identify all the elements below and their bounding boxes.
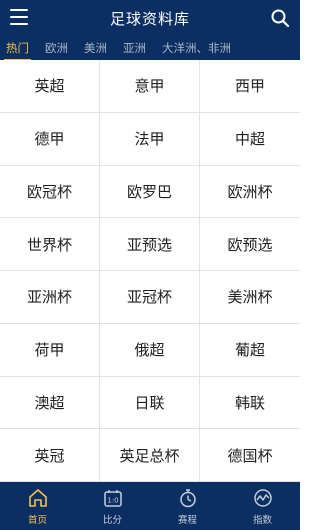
hamburger-icon[interactable]: [10, 9, 28, 25]
app-header: 足球资料库: [0, 0, 300, 36]
league-cell[interactable]: 亚冠杯: [100, 271, 200, 324]
nav-score[interactable]: 1:0 比分: [75, 482, 150, 530]
league-grid: 英超 意甲 西甲 德甲 法甲 中超 欧冠杯 欧罗巴 欧洲杯 世界杯 亚预选 欧预…: [0, 60, 300, 482]
league-cell[interactable]: 欧冠杯: [0, 165, 100, 219]
stopwatch-icon: [179, 488, 196, 507]
tab-asia[interactable]: 亚洲: [123, 40, 146, 56]
league-cell[interactable]: 德甲: [0, 112, 100, 166]
nav-home[interactable]: 首页: [0, 482, 75, 530]
nav-score-label: 比分: [102, 514, 122, 526]
tab-europe[interactable]: 欧洲: [45, 40, 68, 56]
league-cell[interactable]: 英足总杯: [100, 429, 200, 482]
tab-hot[interactable]: 热门: [4, 40, 31, 61]
bottom-nav: 首页 1:0 比分 赛程 指数: [0, 482, 300, 530]
nav-schedule[interactable]: 赛程: [150, 482, 225, 530]
nav-schedule-label: 赛程: [177, 514, 197, 526]
league-cell[interactable]: 法甲: [100, 112, 200, 166]
nav-index-label: 指数: [252, 514, 272, 526]
region-tabs: 热门 欧洲 美洲 亚洲 大洋洲、非洲: [0, 36, 300, 61]
league-cell[interactable]: 亚洲杯: [0, 271, 100, 324]
search-icon[interactable]: [270, 8, 290, 28]
league-cell[interactable]: 荷甲: [0, 323, 100, 377]
nav-home-label: 首页: [27, 514, 47, 526]
chart-icon: [253, 488, 272, 507]
league-cell[interactable]: 欧预选: [200, 218, 300, 271]
league-cell[interactable]: 亚预选: [100, 218, 200, 271]
league-cell[interactable]: 日联: [100, 376, 200, 430]
league-cell[interactable]: 欧罗巴: [100, 165, 200, 219]
league-cell[interactable]: 中超: [200, 113, 300, 166]
league-cell[interactable]: 世界杯: [0, 218, 100, 271]
league-cell[interactable]: 西甲: [200, 60, 300, 113]
page-title: 足球资料库: [109, 9, 190, 28]
league-cell[interactable]: 葡超: [200, 324, 300, 377]
svg-text:1:0: 1:0: [107, 496, 118, 504]
tab-americas[interactable]: 美洲: [84, 40, 107, 56]
league-cell[interactable]: 英超: [0, 60, 100, 113]
league-cell[interactable]: 俄超: [100, 323, 200, 377]
home-icon: [28, 488, 47, 507]
league-cell[interactable]: 美洲杯: [200, 271, 300, 324]
scoreboard-icon: 1:0: [103, 489, 122, 507]
league-cell[interactable]: 意甲: [100, 60, 200, 113]
league-cell[interactable]: 德国杯: [200, 429, 300, 482]
league-cell[interactable]: 英冠: [0, 429, 100, 482]
tab-oceania-africa[interactable]: 大洋洲、非洲: [162, 40, 231, 56]
league-cell[interactable]: 欧洲杯: [200, 166, 300, 219]
league-cell[interactable]: 韩联: [200, 377, 300, 430]
nav-index[interactable]: 指数: [225, 482, 300, 530]
league-cell[interactable]: 澳超: [0, 376, 100, 430]
